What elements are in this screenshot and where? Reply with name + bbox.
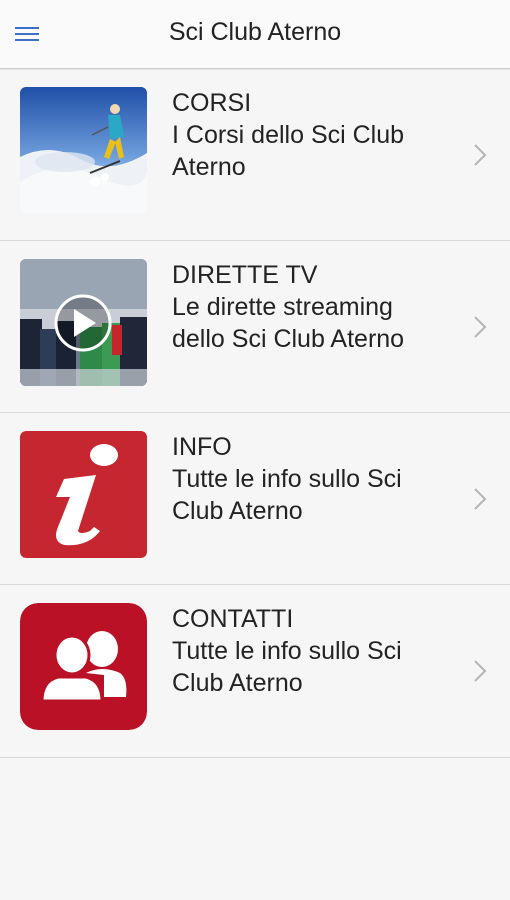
list-item-text: DIRETTE TV Le dirette streaming dello Sc… <box>172 259 452 355</box>
list-item-subtitle: Tutte le info sullo Sci Club Aterno <box>172 637 402 697</box>
chevron-right-icon <box>474 488 487 510</box>
list-item-title: DIRETTE TV <box>172 261 318 289</box>
info-icon <box>20 431 147 558</box>
list-item-subtitle: Tutte le info sullo Sci Club Aterno <box>172 465 402 525</box>
contacts-people-icon <box>20 603 147 730</box>
list-item-contatti[interactable]: CONTATTI Tutte le info sullo Sci Club At… <box>0 585 510 758</box>
page-title: Sci Club Aterno <box>168 18 342 46</box>
top-app-bar: Sci Club Aterno <box>0 0 510 69</box>
list-item-text: CONTATTI Tutte le info sullo Sci Club At… <box>172 603 452 699</box>
menu-list: CORSI I Corsi dello Sci Club Aterno DIRE… <box>0 69 510 758</box>
list-item-dirette-tv[interactable]: DIRETTE TV Le dirette streaming dello Sc… <box>0 241 510 413</box>
list-item-subtitle: Le dirette streaming dello Sci Club Ater… <box>172 293 405 353</box>
list-item-info[interactable]: INFO Tutte le info sullo Sci Club Aterno <box>0 413 510 585</box>
list-item-title: INFO <box>172 433 232 461</box>
list-item-title: CONTATTI <box>172 605 294 633</box>
app-screen: Sci Club Aterno CORSI I Corsi dello Sci … <box>0 0 510 900</box>
list-item-text: INFO Tutte le info sullo Sci Club Aterno <box>172 431 452 527</box>
skier-photo <box>20 87 147 214</box>
chevron-right-icon <box>474 144 487 166</box>
video-thumbnail <box>20 259 147 386</box>
chevron-right-icon <box>474 316 487 338</box>
list-item-title: CORSI <box>172 89 252 117</box>
chevron-right-icon <box>474 660 487 682</box>
list-item-subtitle: I Corsi dello Sci Club Aterno <box>172 121 405 181</box>
list-item-corsi[interactable]: CORSI I Corsi dello Sci Club Aterno <box>0 69 510 241</box>
list-item-text: CORSI I Corsi dello Sci Club Aterno <box>172 87 452 183</box>
